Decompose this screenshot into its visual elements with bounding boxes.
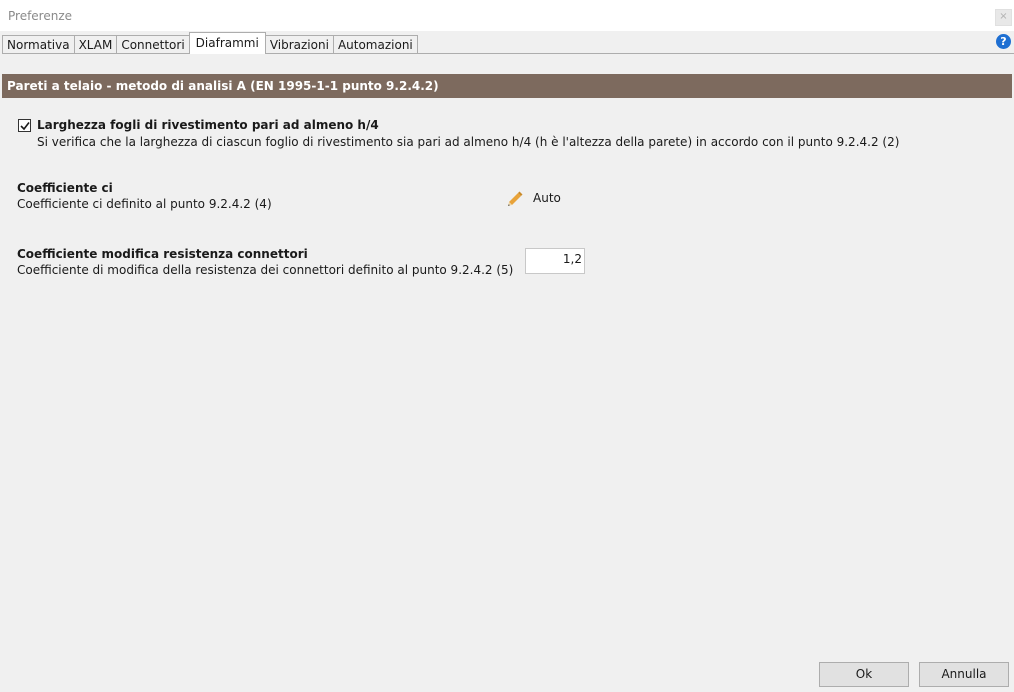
tab-diaframmi[interactable]: Diaframmi <box>188 32 266 54</box>
close-button[interactable]: × <box>995 9 1012 26</box>
connector-modifier-description: Coefficiente di modifica della resistenz… <box>17 263 514 277</box>
tab-strip: Normativa XLAM Connettori Diaframmi Vibr… <box>2 32 418 54</box>
ok-button[interactable]: Ok <box>819 662 909 687</box>
tab-normativa[interactable]: Normativa <box>2 35 75 54</box>
tab-divider <box>2 53 1014 54</box>
sheet-width-description: Si verifica che la larghezza di ciascun … <box>37 135 900 149</box>
window-title: Preferenze <box>8 9 73 23</box>
help-icon[interactable]: ? <box>996 34 1011 49</box>
connector-modifier-input[interactable]: 1,2 <box>525 248 585 274</box>
sheet-width-title: Larghezza fogli di rivestimento pari ad … <box>37 118 379 132</box>
connector-modifier-title: Coefficiente modifica resistenza connett… <box>17 247 308 261</box>
coefficient-ci-value[interactable]: Auto <box>533 191 561 205</box>
tab-xlam[interactable]: XLAM <box>73 35 118 54</box>
tab-automazioni[interactable]: Automazioni <box>332 35 418 54</box>
title-bar: Preferenze × <box>0 0 1014 31</box>
pencil-icon[interactable] <box>506 189 524 207</box>
checkmark-icon <box>20 122 30 131</box>
coefficient-ci-title: Coefficiente ci <box>17 181 113 195</box>
tab-vibrazioni[interactable]: Vibrazioni <box>264 35 334 54</box>
preferences-window: Preferenze × Normativa XLAM Connettori D… <box>0 0 1014 692</box>
coefficient-ci-description: Coefficiente ci definito al punto 9.2.4.… <box>17 197 272 211</box>
section-header: Pareti a telaio - metodo di analisi A (E… <box>2 74 1012 98</box>
cancel-button[interactable]: Annulla <box>919 662 1009 687</box>
sheet-width-checkbox[interactable] <box>18 119 31 132</box>
tab-connettori[interactable]: Connettori <box>116 35 190 54</box>
